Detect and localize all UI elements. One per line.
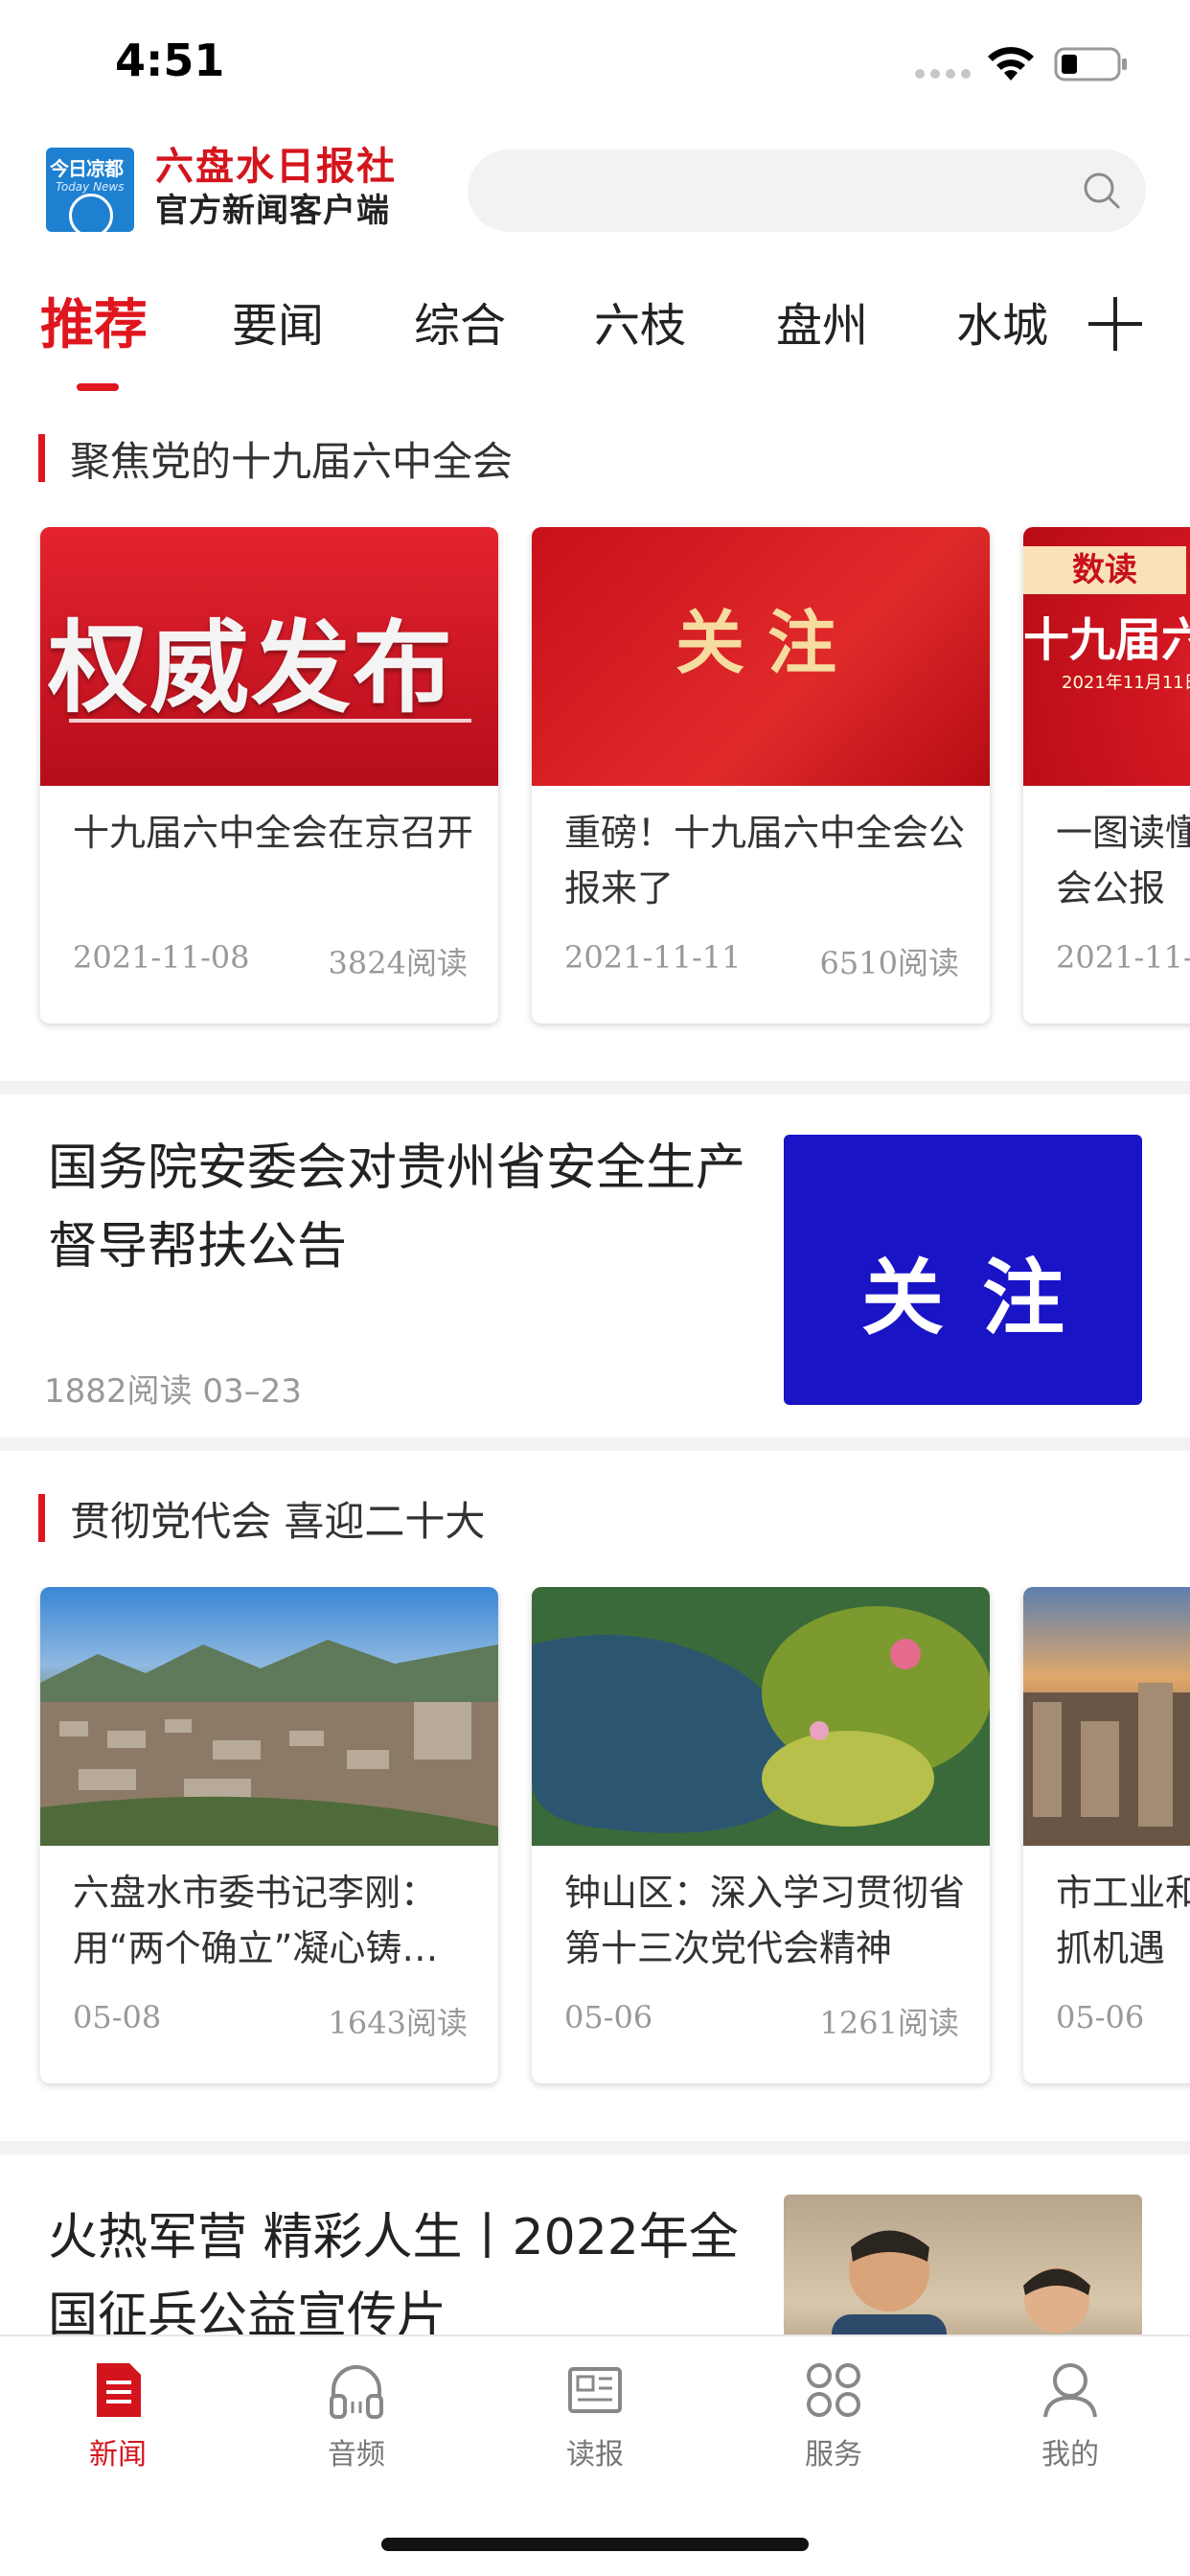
congress-carousel[interactable]: 六盘水市委书记李刚：用“两个确立”凝心铸… 05-08 1643阅读 钟山区：深… [0,1587,1190,2104]
home-indicator[interactable] [381,2538,809,2551]
divider [0,1081,1190,1094]
news-card[interactable]: 市工业和抓机遇 高 05-06 [1023,1587,1190,2083]
battery-icon [1054,47,1127,81]
news-item-title: 火热军营 精彩人生丨2022年全国征兵公益宣传片 [48,2209,739,2334]
card-image-text: 十九届六 [1023,613,1190,667]
card-image-caption: 2021年11月11日 第六次全体会议 [1062,673,1190,693]
card-read-count: 1261阅读 [819,2005,959,2041]
card-date: 05-06 [1056,1999,1145,2036]
logo-badge-sub: Today News [56,180,125,194]
card-title: 一图读懂会公报 [1056,812,1190,909]
app-header: 今日凉都 Today News 六盘水日报社 官方新闻客户端 [0,134,1190,249]
news-item-thumbnail: 关注 [784,1135,1142,1405]
divider [0,1438,1190,1451]
news-item[interactable]: 国务院安委会对贵州省安全生产督导帮扶公告 1882阅读 03–23 关注 [0,1094,1190,1438]
search-icon[interactable] [1081,170,1123,212]
card-title: 六盘水市委书记李刚：用“两个确立”凝心铸… [73,1872,439,1969]
logo-title: 六盘水日报社 [155,144,397,189]
active-tab-indicator [77,383,119,391]
card-date: 2021-11-11 [564,939,742,976]
search-input[interactable] [468,150,1146,232]
nav-label: 我的 [1041,2438,1099,2472]
news-item-title: 国务院安委会对贵州省安全生产督导帮扶公告 [48,1139,746,1276]
news-item-thumbnail [784,2195,1142,2334]
card-title: 重磅！十九届六中全会公报来了 [564,812,966,909]
services-icon [807,2363,860,2417]
card-title: 十九届六中全会在京召开 [73,812,474,854]
section-accent-bar [38,1494,45,1542]
status-time: 4:51 [115,34,225,86]
thumbnail-text: 关注 [861,1251,1103,1346]
signal-icon [915,69,971,80]
news-card[interactable]: 六盘水市委书记李刚：用“两个确立”凝心铸… 05-08 1643阅读 [40,1587,498,2083]
card-image-text: 关注 [675,603,860,683]
profile-icon [1043,2363,1097,2418]
logo-badge-text: 今日凉都 [50,157,124,180]
nav-label: 服务 [805,2438,862,2472]
status-bar: 4:51 [0,0,1190,125]
tab-liuzhi[interactable]: 六枝 [594,288,686,355]
divider [0,2141,1190,2154]
section-title: 贯彻党代会 喜迎二十大 [70,1497,486,1545]
nav-label: 音频 [328,2438,385,2472]
card-date: 05-08 [73,1999,162,2036]
card-image: 数读 十九届六 2021年11月11日 第六次全体会议 [1023,527,1190,786]
card-date: 05-06 [564,1999,653,2036]
card-image: 权威发布 [40,527,498,786]
section-header-congress: 贯彻党代会 喜迎二十大 [38,1493,485,1545]
news-card[interactable]: 数读 十九届六 2021年11月11日 第六次全体会议 一图读懂会公报 2021… [1023,527,1190,1024]
card-title: 市工业和抓机遇 高 [1056,1872,1190,1969]
card-image [1023,1587,1190,1846]
news-item-meta: 1882阅读 03–23 [44,1372,302,1411]
news-card[interactable]: 钟山区：深入学习贯彻省第十三次党代会精神 05-06 1261阅读 [532,1587,990,2083]
add-channel-button[interactable] [1073,282,1169,378]
channel-tabs: 推荐 要闻 综合 六枝 盘州 水城 [0,268,1190,393]
card-title: 钟山区：深入学习贯彻省第十三次党代会精神 [564,1872,966,1969]
card-image [40,1587,498,1846]
card-image-tag: 数读 [1023,546,1186,594]
logo-text: 六盘水日报社 官方新闻客户端 [155,144,397,232]
card-date: 2021-11-1 [1056,939,1190,976]
card-image: 关注 [532,527,990,786]
headphones-icon [330,2365,383,2419]
globe-icon [69,194,113,232]
section-header-plenum: 聚焦党的十九届六中全会 [38,433,513,485]
nav-newspaper[interactable]: 读报 [523,2359,667,2484]
card-read-count: 3824阅读 [328,945,468,981]
tab-panzhou[interactable]: 盘州 [776,288,868,355]
app-logo[interactable]: 今日凉都 Today News [46,148,134,232]
section-accent-bar [38,434,45,482]
tab-general[interactable]: 综合 [414,288,506,355]
tab-shuicheng[interactable]: 水城 [956,288,1048,355]
logo-subtitle: 官方新闻客户端 [155,192,390,230]
plus-icon [1088,297,1142,351]
nav-label: 新闻 [89,2438,147,2472]
nav-profile[interactable]: 我的 [998,2359,1142,2484]
nav-services[interactable]: 服务 [762,2359,905,2484]
nav-label: 读报 [566,2438,624,2472]
section-title: 聚焦党的十九届六中全会 [70,437,514,485]
plenum-carousel[interactable]: 权威发布 十九届六中全会在京召开 2021-11-08 3824阅读 关注 重磅… [0,527,1190,1045]
card-date: 2021-11-08 [73,939,250,976]
nav-news[interactable]: 新闻 [46,2359,190,2484]
news-card[interactable]: 权威发布 十九届六中全会在京召开 2021-11-08 3824阅读 [40,527,498,1024]
card-read-count: 6510阅读 [819,945,959,981]
news-card[interactable]: 关注 重磅！十九届六中全会公报来了 2021-11-11 6510阅读 [532,527,990,1024]
wifi-icon [988,47,1034,80]
card-image [532,1587,990,1846]
news-item[interactable]: 火热军营 精彩人生丨2022年全国征兵公益宣传片 [0,2154,1190,2334]
nav-audio[interactable]: 音频 [285,2359,428,2484]
newspaper-icon [568,2367,622,2413]
card-read-count: 1643阅读 [328,2005,468,2041]
news-icon [97,2363,141,2417]
tab-headlines[interactable]: 要闻 [232,288,324,355]
card-image-text: 权威发布 [48,610,455,726]
tab-recommended[interactable]: 推荐 [40,282,148,359]
